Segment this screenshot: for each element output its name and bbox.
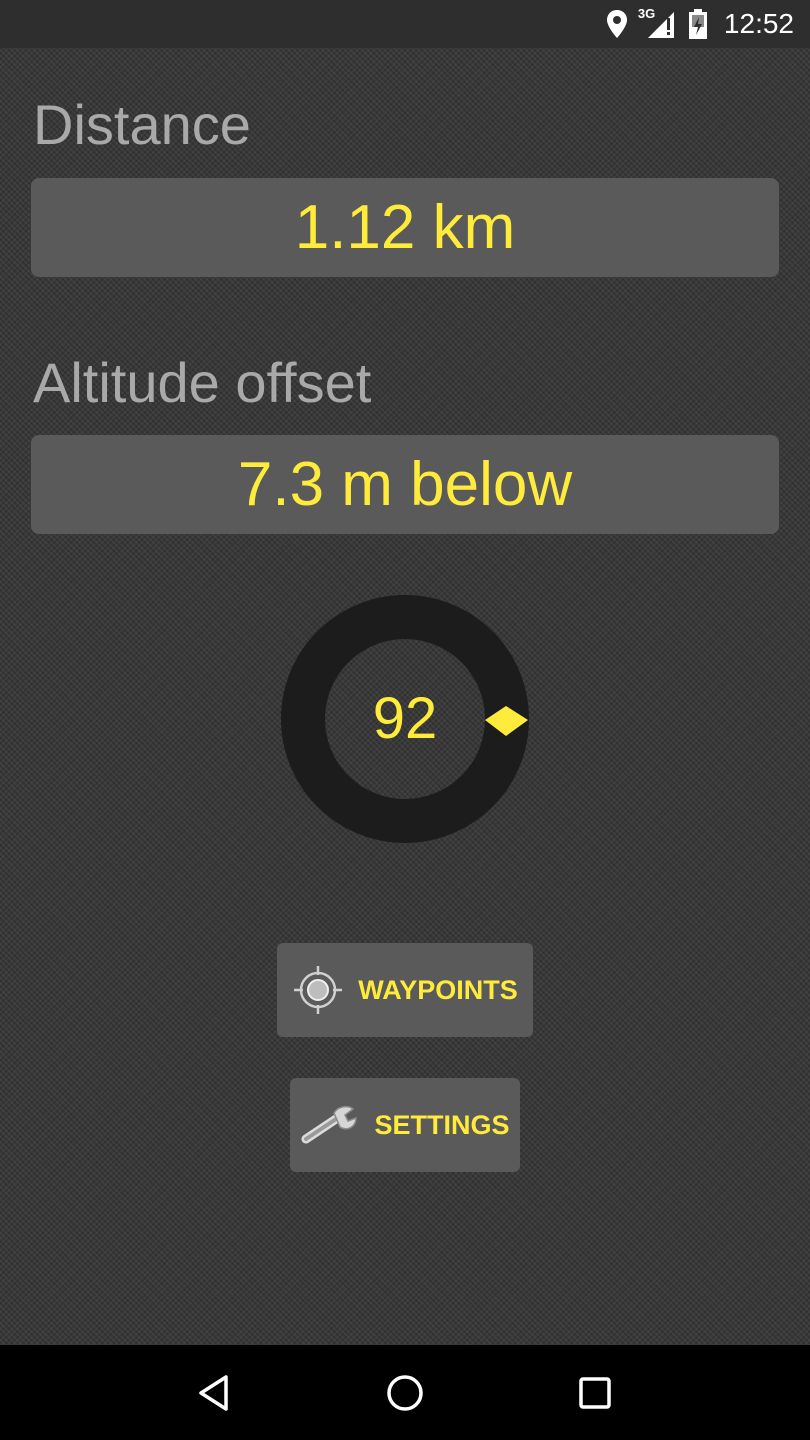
recents-icon[interactable] — [555, 1353, 635, 1433]
navigation-bar — [0, 1345, 810, 1440]
distance-label: Distance — [33, 93, 251, 156]
compass-bearing-value: 92 — [372, 685, 438, 751]
back-icon[interactable] — [175, 1353, 255, 1433]
altitude-value: 7.3 m below — [237, 450, 573, 519]
wrench-icon — [300, 1103, 360, 1147]
status-bar: 3G 12:52 — [0, 0, 810, 48]
location-pin-icon — [606, 9, 628, 39]
battery-icon — [688, 8, 708, 40]
crosshair-target-icon — [292, 964, 344, 1016]
status-time: 12:52 — [723, 8, 794, 39]
waypoints-button-label: WAYPOINTS — [358, 974, 518, 1005]
altitude-offset-label: Altitude offset — [33, 351, 372, 414]
network-type-label: 3G — [637, 6, 656, 21]
waypoints-button[interactable]: WAYPOINTS — [277, 943, 533, 1037]
distance-value: 1.12 km — [294, 193, 516, 262]
altitude-value-box: 7.3 m below — [31, 435, 779, 534]
settings-button[interactable]: SETTINGS — [290, 1078, 520, 1172]
settings-button-label: SETTINGS — [374, 1109, 510, 1140]
distance-value-box: 1.12 km — [31, 178, 779, 277]
signal-3g-icon: 3G — [637, 6, 676, 40]
home-icon[interactable] — [365, 1353, 445, 1433]
